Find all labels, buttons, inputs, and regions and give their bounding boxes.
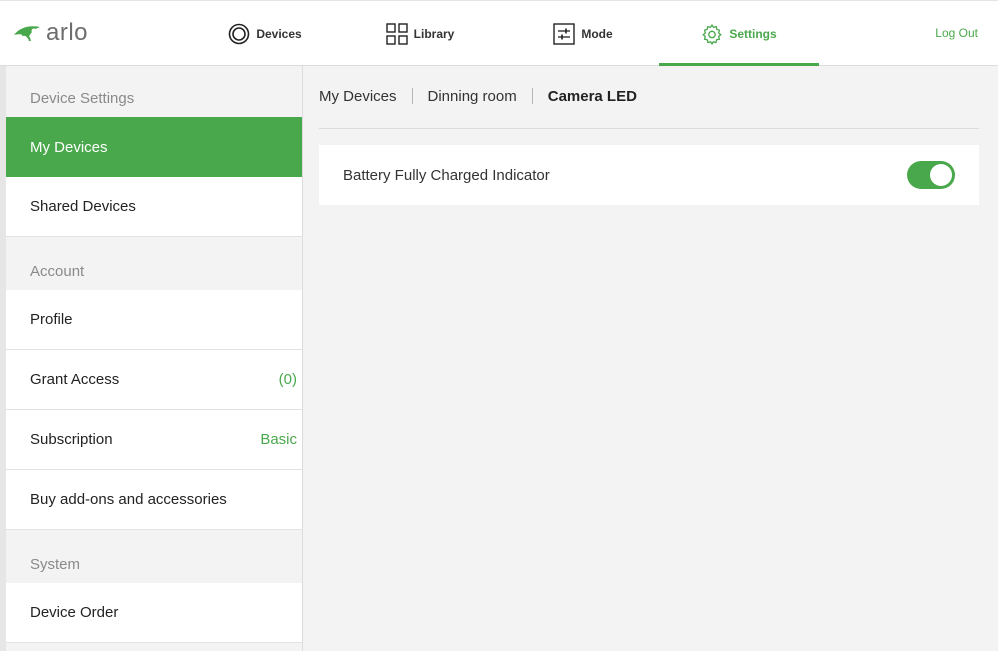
toggle-knob (930, 164, 952, 186)
logo-text: arlo (46, 19, 89, 46)
nav-library[interactable]: Library (370, 1, 470, 66)
breadcrumb-separator (531, 88, 533, 104)
arlo-bird-icon (14, 26, 40, 42)
nav-mode-label: Mode (581, 26, 613, 41)
nav-devices-label: Devices (256, 26, 302, 41)
sidebar-item-my-devices[interactable]: My Devices (6, 117, 302, 177)
sidebar-item-label: Grant Access (30, 371, 120, 388)
sidebar-item-label: Buy add-ons and accessories (30, 491, 227, 508)
breadcrumb-separator (411, 88, 413, 104)
camera-lens-icon (228, 23, 250, 45)
arlo-logo[interactable]: arlo (12, 18, 102, 48)
sidebar-item-label: Shared Devices (30, 198, 136, 215)
section-device-settings: Device Settings (30, 90, 135, 107)
sidebar-item-grant-access[interactable]: Grant Access (0) (6, 350, 302, 410)
breadcrumb-my-devices[interactable]: My Devices (319, 88, 397, 105)
gear-icon (701, 23, 723, 45)
nav-library-label: Library (413, 26, 455, 41)
nav-mode[interactable]: Mode (533, 1, 633, 66)
subscription-plan: Basic (260, 431, 297, 448)
battery-indicator-row: Battery Fully Charged Indicator (319, 145, 979, 205)
nav-settings-label: Settings (729, 26, 777, 41)
top-header: arlo Devices Library Mode Settings Log O… (0, 0, 998, 66)
sidebar-item-shared-devices[interactable]: Shared Devices (6, 177, 302, 237)
logout-link[interactable]: Log Out (935, 26, 978, 40)
sidebar-item-buy-addons[interactable]: Buy add-ons and accessories (6, 470, 302, 530)
sidebar-item-label: Profile (30, 311, 73, 328)
section-system: System (30, 556, 81, 573)
sidebar-item-label: My Devices (30, 138, 108, 156)
breadcrumb: My Devices Dinning room Camera LED (319, 86, 637, 106)
breadcrumb-camera-led: Camera LED (547, 87, 637, 105)
nav-settings[interactable]: Settings (659, 1, 819, 66)
main-content: My Devices Dinning room Camera LED Batte… (303, 66, 998, 651)
settings-sidebar: Device Settings My Devices Shared Device… (6, 66, 303, 651)
sliders-icon (553, 22, 576, 45)
sidebar-item-label: Device Order (30, 604, 119, 621)
grid-icon (385, 22, 408, 45)
battery-indicator-label: Battery Fully Charged Indicator (343, 166, 550, 184)
sidebar-item-profile[interactable]: Profile (6, 290, 302, 350)
breadcrumb-dinning-room[interactable]: Dinning room (428, 88, 517, 105)
battery-indicator-toggle[interactable] (907, 161, 955, 189)
grant-access-count: (0) (278, 371, 297, 388)
nav-devices[interactable]: Devices (210, 1, 320, 66)
sidebar-item-label: Subscription (30, 431, 113, 448)
section-account: Account (30, 263, 85, 280)
sidebar-item-device-order[interactable]: Device Order (6, 583, 302, 643)
sidebar-item-subscription[interactable]: Subscription Basic (6, 410, 302, 470)
content-divider (319, 128, 979, 129)
